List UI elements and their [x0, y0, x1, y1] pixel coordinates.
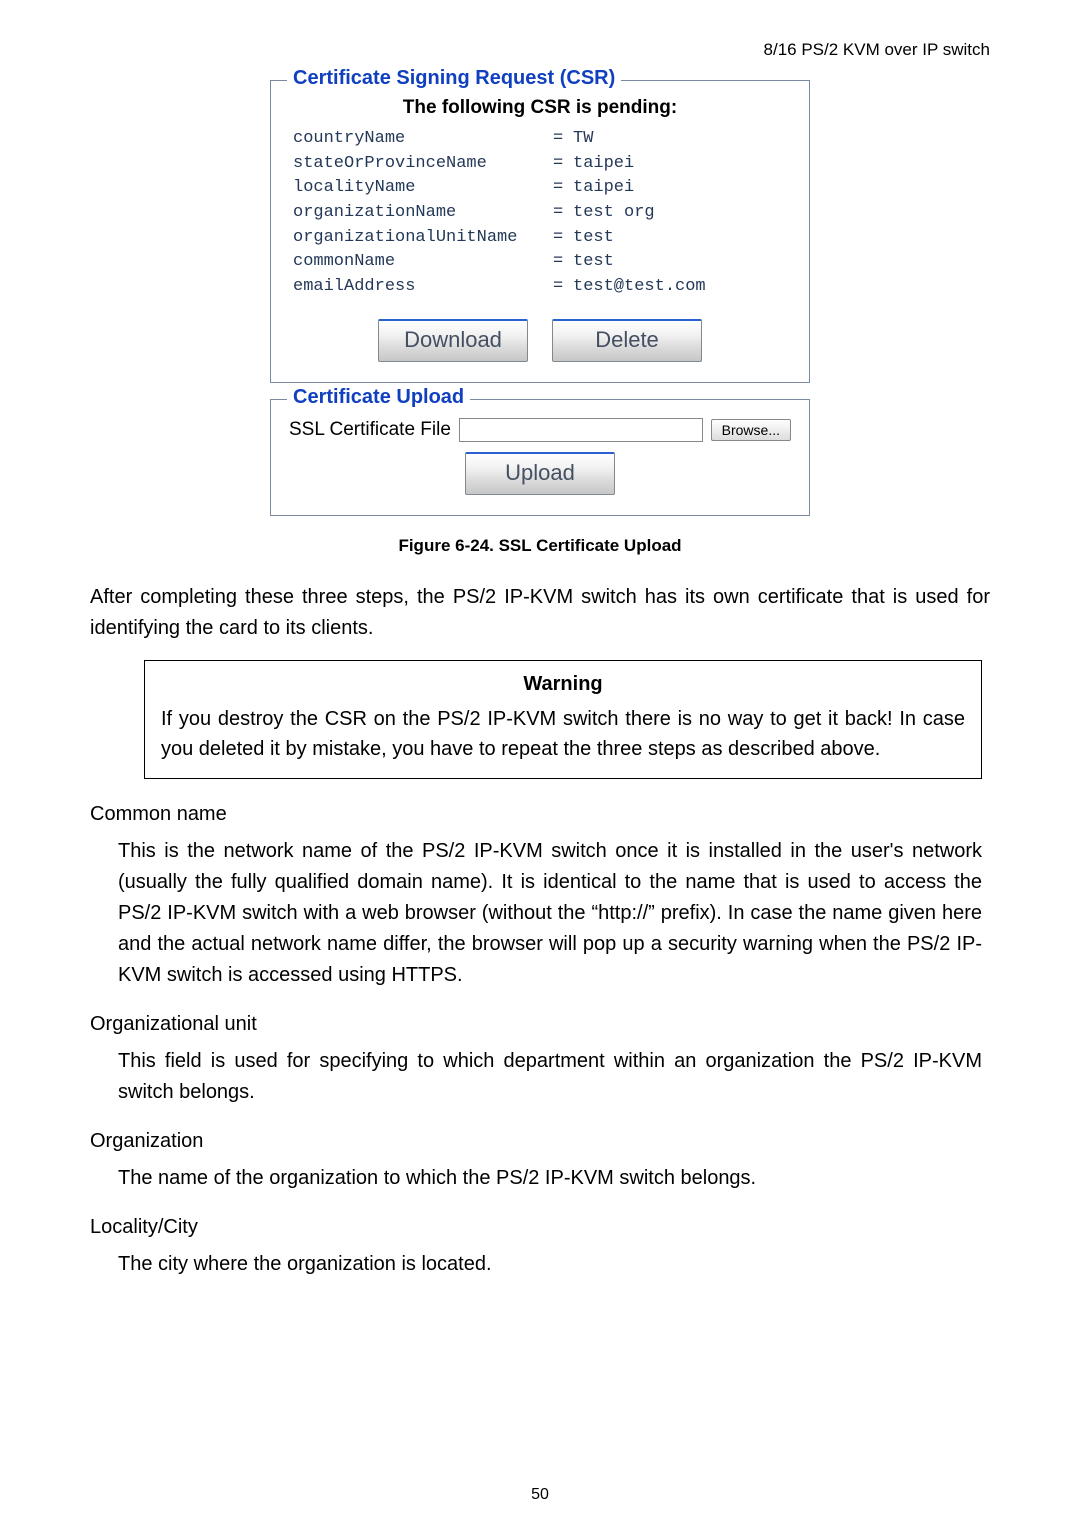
- csr-key: countryName: [293, 127, 553, 152]
- csr-eq: =: [553, 176, 573, 201]
- csr-key: emailAddress: [293, 275, 553, 300]
- csr-val: test@test.com: [573, 275, 791, 300]
- csr-row: organizationalUnitName=test: [293, 226, 791, 251]
- after-paragraph: After completing these three steps, the …: [90, 582, 990, 644]
- csr-eq: =: [553, 127, 573, 152]
- csr-eq: =: [553, 275, 573, 300]
- csr-button-row: Download Delete: [289, 319, 791, 362]
- csr-row: localityName=taipei: [293, 176, 791, 201]
- csr-table: countryName=TW stateOrProvinceName=taipe…: [289, 127, 791, 299]
- upload-fieldset: Certificate Upload SSL Certificate File …: [270, 399, 810, 516]
- csr-key: stateOrProvinceName: [293, 152, 553, 177]
- browse-button[interactable]: Browse...: [711, 419, 791, 441]
- term-desc: This is the network name of the PS/2 IP-…: [118, 836, 982, 991]
- term-name: Locality/City: [90, 1216, 990, 1239]
- upload-button-row: Upload: [289, 452, 791, 495]
- csr-key: localityName: [293, 176, 553, 201]
- csr-fieldset: Certificate Signing Request (CSR) The fo…: [270, 80, 810, 383]
- csr-eq: =: [553, 201, 573, 226]
- download-button[interactable]: Download: [378, 319, 528, 362]
- page-header: 8/16 PS/2 KVM over IP switch: [90, 40, 990, 60]
- csr-pending-title: The following CSR is pending:: [289, 97, 791, 119]
- csr-row: stateOrProvinceName=taipei: [293, 152, 791, 177]
- csr-key: organizationalUnitName: [293, 226, 553, 251]
- csr-key: organizationName: [293, 201, 553, 226]
- csr-val: TW: [573, 127, 791, 152]
- figure-container: Certificate Signing Request (CSR) The fo…: [270, 80, 810, 516]
- csr-key: commonName: [293, 250, 553, 275]
- csr-row: commonName=test: [293, 250, 791, 275]
- csr-row: countryName=TW: [293, 127, 791, 152]
- warning-title: Warning: [161, 673, 965, 696]
- csr-legend: Certificate Signing Request (CSR): [287, 67, 621, 90]
- csr-row: organizationName=test org: [293, 201, 791, 226]
- warning-box: Warning If you destroy the CSR on the PS…: [144, 660, 982, 779]
- csr-val: test: [573, 226, 791, 251]
- csr-eq: =: [553, 226, 573, 251]
- upload-legend: Certificate Upload: [287, 386, 470, 409]
- term-name: Organization: [90, 1130, 990, 1153]
- csr-val: taipei: [573, 176, 791, 201]
- upload-button[interactable]: Upload: [465, 452, 615, 495]
- figure-caption: Figure 6-24. SSL Certificate Upload: [90, 536, 990, 556]
- csr-eq: =: [553, 250, 573, 275]
- csr-val: test org: [573, 201, 791, 226]
- term-desc: The city where the organization is locat…: [118, 1249, 982, 1280]
- term-desc: The name of the organization to which th…: [118, 1163, 982, 1194]
- ssl-file-label: SSL Certificate File: [289, 419, 451, 441]
- term-name: Common name: [90, 803, 990, 826]
- warning-text: If you destroy the CSR on the PS/2 IP-KV…: [161, 704, 965, 764]
- ssl-file-input[interactable]: [459, 418, 703, 442]
- upload-row: SSL Certificate File Browse...: [289, 412, 791, 452]
- csr-eq: =: [553, 152, 573, 177]
- csr-row: emailAddress=test@test.com: [293, 275, 791, 300]
- delete-button[interactable]: Delete: [552, 319, 702, 362]
- term-desc: This field is used for specifying to whi…: [118, 1046, 982, 1108]
- csr-val: test: [573, 250, 791, 275]
- csr-val: taipei: [573, 152, 791, 177]
- term-name: Organizational unit: [90, 1013, 990, 1036]
- page-number: 50: [0, 1486, 1080, 1504]
